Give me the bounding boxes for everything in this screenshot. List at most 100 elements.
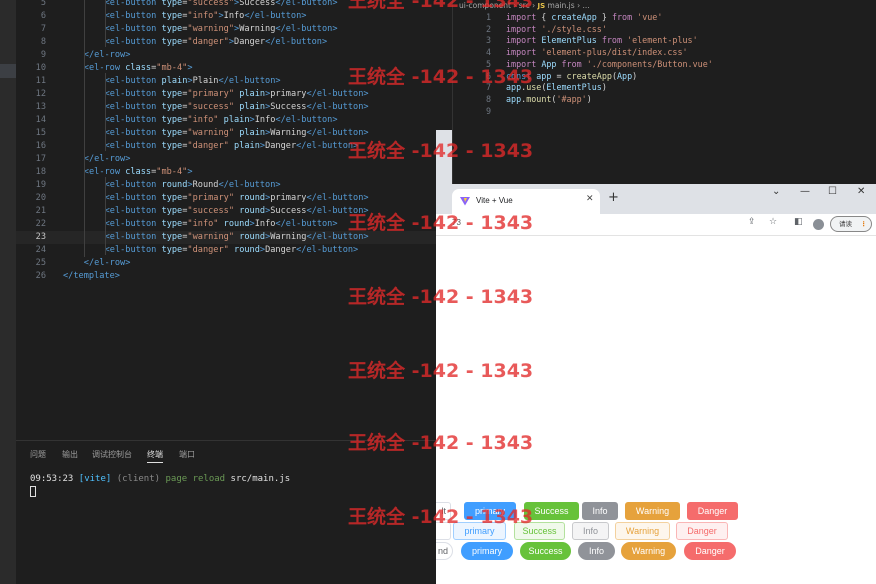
code-token: </el-button> — [306, 102, 369, 112]
code-token: Info — [254, 219, 276, 229]
breadcrumb-src[interactable]: src — [519, 1, 530, 10]
code-text: <el-button type="primary" round>primary<… — [105, 192, 369, 205]
share-icon[interactable]: ⇪ — [748, 217, 756, 227]
code-token: </el-button> — [265, 37, 328, 47]
code-text: const app = createApp(App) — [506, 71, 637, 83]
code-line: 24 <el-button type="danger" round>Danger<… — [0, 244, 436, 257]
code-text: <el-button type="success" plain>Success<… — [105, 101, 369, 114]
code-line: 25 </el-row> — [0, 257, 436, 270]
success-button[interactable]: Success — [524, 502, 579, 520]
info-button[interactable]: Info — [582, 502, 618, 520]
log-file: src/main.js — [230, 474, 291, 484]
panel-tab[interactable]: 端口 — [179, 449, 195, 460]
warning-button[interactable]: Warning — [625, 502, 680, 520]
code-line: 13 <el-button type="success" plain>Succes… — [0, 101, 436, 114]
code-token: type — [161, 219, 183, 229]
line-number: 20 — [35, 193, 46, 203]
danger-button[interactable]: Danger — [676, 522, 728, 540]
code-token: round — [234, 245, 260, 255]
code-line: 22 <el-button type="info" round>Info</el-… — [0, 218, 436, 231]
terminal-panel[interactable]: 问题 输出 调试控制台 终端 端口 09:53:23 [vite] (client) p… — [16, 440, 436, 584]
code-token: round — [223, 219, 250, 229]
code-token: '#app' — [556, 93, 587, 104]
warning-button[interactable]: Warning — [615, 522, 670, 540]
primary-button[interactable]: primary — [453, 522, 506, 540]
minimize-button[interactable]: — — [800, 186, 810, 197]
code-token: "primary" — [187, 193, 234, 203]
close-icon[interactable]: ✕ — [586, 194, 594, 204]
default-button[interactable]: nd — [436, 542, 453, 560]
browser-window[interactable]: Vite + Vue ✕ + ⌄ — ☐ ✕ 73 ⇪ ☆ ◧ 请读 ⋮ lt pr… — [436, 184, 876, 584]
round-row: nd primary Success Info Warning Danger — [436, 542, 876, 562]
line-number: 13 — [35, 102, 46, 112]
code-token: from — [611, 12, 633, 22]
code-token: import — [506, 12, 537, 22]
code-token: Warning — [270, 128, 307, 138]
success-button[interactable]: Success — [514, 522, 565, 540]
breadcrumb-folder[interactable]: ui-component — [459, 1, 511, 10]
code-token: Plain — [192, 76, 219, 86]
button-vue-editor[interactable]: 5 <el-button type="success">Success</el-b… — [0, 0, 436, 440]
code-text: </el-row> — [84, 49, 131, 62]
line-number: 21 — [35, 206, 46, 216]
code-token: ElementPlus — [541, 35, 597, 46]
danger-button[interactable]: Danger — [684, 542, 736, 560]
terminal-output: 09:53:23 [vite] (client) page reload src… — [30, 474, 290, 484]
code-token: round — [239, 193, 266, 203]
terminal-cursor — [30, 486, 36, 497]
main-js-editor[interactable]: ui-component › src › JS main.js › ... 1 i… — [452, 0, 876, 184]
code-token: </el-button> — [218, 76, 281, 86]
default-button[interactable]: lt — [436, 502, 451, 520]
panel-tab[interactable]: 终端 — [147, 449, 163, 463]
tab-title: Vite + Vue — [476, 196, 513, 205]
warning-button[interactable]: Warning — [621, 542, 676, 560]
panel-tab[interactable]: 调试控制台 — [92, 449, 132, 460]
line-number: 18 — [35, 167, 46, 177]
code-token: </el-button> — [244, 11, 307, 21]
line-number: 8 — [40, 37, 46, 47]
star-icon[interactable]: ☆ — [769, 217, 777, 227]
close-window-button[interactable]: ✕ — [857, 186, 865, 197]
line-number: 24 — [35, 245, 46, 255]
success-button[interactable]: Success — [520, 542, 571, 560]
browser-tab[interactable]: Vite + Vue ✕ — [452, 189, 600, 214]
code-token: type — [161, 141, 183, 151]
browser-titlebar[interactable]: Vite + Vue ✕ + ⌄ — ☐ ✕ — [436, 184, 876, 214]
maximize-button[interactable]: ☐ — [828, 186, 837, 197]
sidebar-icon[interactable]: ◧ — [794, 217, 803, 227]
code-token: import — [506, 35, 537, 46]
code-token: plain — [161, 76, 188, 86]
info-button[interactable]: Info — [572, 522, 609, 540]
new-tab-button[interactable]: + — [608, 190, 619, 205]
primary-button[interactable]: primary — [461, 542, 513, 560]
more-icon[interactable]: ⋮ — [861, 217, 868, 231]
primary-button[interactable]: primary — [464, 502, 516, 520]
danger-button[interactable]: Danger — [687, 502, 738, 520]
code-line: 17 </el-row> — [0, 153, 436, 166]
code-token: class — [125, 63, 152, 73]
default-button[interactable] — [436, 522, 451, 540]
info-button[interactable]: Info — [578, 542, 615, 560]
address-bar[interactable]: 73 — [452, 218, 461, 227]
code-token: Warning — [239, 24, 276, 34]
line-number: 11 — [35, 76, 46, 86]
code-token: Danger — [265, 245, 297, 255]
read-mode-button[interactable]: 请读 ⋮ — [830, 216, 872, 232]
code-token: type — [161, 115, 183, 125]
tab-search-icon[interactable]: ⌄ — [772, 186, 780, 197]
default-row: lt primary Success Info Warning Danger — [436, 502, 876, 522]
panel-tab[interactable]: 问题 — [30, 449, 46, 460]
breadcrumb-file[interactable]: main.js — [548, 1, 575, 10]
indent-guide — [84, 0, 85, 257]
breadcrumb-tail[interactable]: ... — [582, 1, 589, 10]
panel-tab[interactable]: 输出 — [62, 449, 78, 460]
code-line: 2 import './style.css' — [453, 24, 876, 36]
line-number: 12 — [35, 89, 46, 99]
code-token: "info" — [187, 219, 219, 229]
code-text: <el-button type="danger">Danger</el-butt… — [105, 36, 328, 49]
line-number: 7 — [40, 24, 46, 34]
line-number: 1 — [485, 12, 491, 22]
profile-icon[interactable] — [813, 219, 824, 230]
js-file-icon: JS — [537, 2, 546, 10]
vite-logo-icon — [460, 197, 470, 206]
